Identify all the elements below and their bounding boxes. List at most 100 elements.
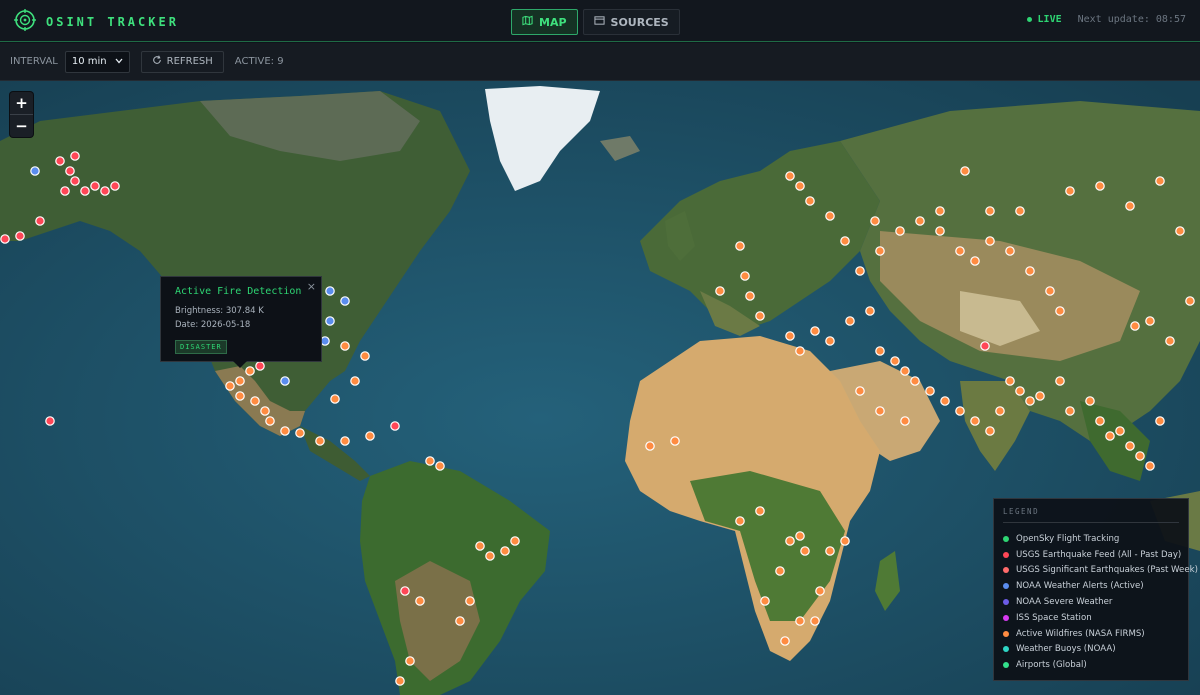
map-marker[interactable] [795,531,805,541]
map-marker[interactable] [985,426,995,436]
map-marker[interactable] [805,196,815,206]
map-marker[interactable] [415,596,425,606]
map-marker[interactable] [910,376,920,386]
map-marker[interactable] [1125,441,1135,451]
legend-item[interactable]: OpenSky Flight Tracking [1003,531,1179,547]
map-marker[interactable] [1045,286,1055,296]
interval-select[interactable]: 10 min [64,50,130,73]
map-marker[interactable] [1065,186,1075,196]
map-marker[interactable] [1025,396,1035,406]
map-marker[interactable] [80,186,90,196]
map-marker[interactable] [735,241,745,251]
map-marker[interactable] [225,381,235,391]
map-marker[interactable] [645,441,655,451]
map-marker[interactable] [280,376,290,386]
map-marker[interactable] [985,206,995,216]
map-marker[interactable] [995,406,1005,416]
map-marker[interactable] [1145,461,1155,471]
map-marker[interactable] [785,536,795,546]
legend-item[interactable]: NOAA Severe Weather [1003,594,1179,610]
map-marker[interactable] [1115,426,1125,436]
map-marker[interactable] [1130,321,1140,331]
map-marker[interactable] [360,351,370,361]
map-marker[interactable] [760,596,770,606]
map-marker[interactable] [325,316,335,326]
map-marker[interactable] [740,271,750,281]
map-marker[interactable] [810,326,820,336]
map-marker[interactable] [510,536,520,546]
legend-item[interactable]: Airports (Global) [1003,657,1179,673]
map-marker[interactable] [325,286,335,296]
zoom-out-button[interactable]: − [10,115,33,137]
map-marker[interactable] [900,366,910,376]
map-marker[interactable] [755,506,765,516]
map-marker[interactable] [855,386,865,396]
map-marker[interactable] [340,436,350,446]
legend-item[interactable]: ISS Space Station [1003,610,1179,626]
map-marker[interactable] [900,416,910,426]
close-icon[interactable]: × [307,280,316,293]
map-marker[interactable] [400,586,410,596]
map-marker[interactable] [1125,201,1135,211]
map-marker[interactable] [0,234,10,244]
map-marker[interactable] [755,311,765,321]
legend-item[interactable]: NOAA Weather Alerts (Active) [1003,578,1179,594]
map-marker[interactable] [1065,406,1075,416]
map-marker[interactable] [915,216,925,226]
map-marker[interactable] [970,256,980,266]
map-marker[interactable] [845,316,855,326]
map-marker[interactable] [70,176,80,186]
zoom-in-button[interactable]: + [10,92,33,114]
legend-item[interactable]: Active Wildfires (NASA FIRMS) [1003,626,1179,642]
map-marker[interactable] [280,426,290,436]
map-marker[interactable] [500,546,510,556]
map-marker[interactable] [825,211,835,221]
map-marker[interactable] [100,186,110,196]
map-marker[interactable] [70,151,80,161]
map-marker[interactable] [935,206,945,216]
map-marker[interactable] [1015,206,1025,216]
map-marker[interactable] [875,346,885,356]
map-marker[interactable] [235,391,245,401]
map-marker[interactable] [330,394,340,404]
map-marker[interactable] [35,216,45,226]
map-marker[interactable] [795,181,805,191]
map-marker[interactable] [90,181,100,191]
map-marker[interactable] [815,586,825,596]
map-marker[interactable] [795,616,805,626]
map-marker[interactable] [1105,431,1115,441]
map-marker[interactable] [795,346,805,356]
map-marker[interactable] [825,336,835,346]
map-marker[interactable] [320,336,330,346]
map-marker[interactable] [1095,181,1105,191]
map-marker[interactable] [1155,416,1165,426]
map-marker[interactable] [985,236,995,246]
map-marker[interactable] [840,236,850,246]
map-marker[interactable] [65,166,75,176]
map-marker[interactable] [1005,246,1015,256]
map-marker[interactable] [875,406,885,416]
map-marker[interactable] [1145,316,1155,326]
legend-item[interactable]: USGS Significant Earthquakes (Past Week) [1003,563,1198,579]
map-marker[interactable] [715,286,725,296]
map-marker[interactable] [1015,386,1025,396]
map-marker[interactable] [405,656,415,666]
map-marker[interactable] [1095,416,1105,426]
map-marker[interactable] [1005,376,1015,386]
map-marker[interactable] [340,341,350,351]
map-marker[interactable] [1055,376,1065,386]
map-marker[interactable] [895,226,905,236]
map-marker[interactable] [735,516,745,526]
map-marker[interactable] [980,341,990,351]
map-marker[interactable] [235,376,245,386]
map-marker[interactable] [775,566,785,576]
map-marker[interactable] [925,386,935,396]
map-marker[interactable] [1155,176,1165,186]
map-marker[interactable] [315,436,325,446]
map-marker[interactable] [1025,266,1035,276]
map-marker[interactable] [670,436,680,446]
map-marker[interactable] [395,676,405,686]
map-marker[interactable] [875,246,885,256]
map-marker[interactable] [780,636,790,646]
map-marker[interactable] [465,596,475,606]
